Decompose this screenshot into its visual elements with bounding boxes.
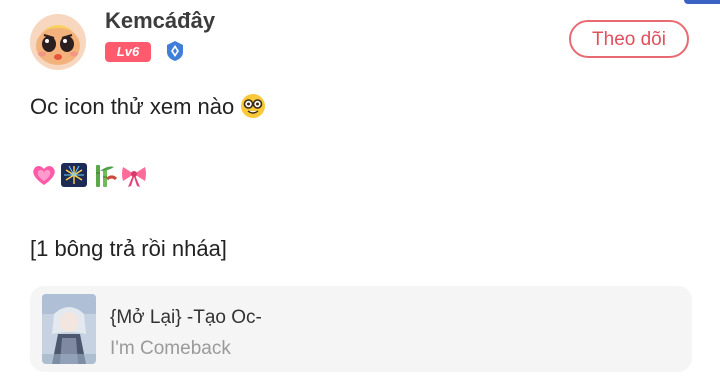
follow-button[interactable]: Theo dõi — [569, 20, 689, 58]
linked-post-thumbnail — [42, 294, 96, 364]
avatar-image — [30, 14, 86, 70]
post-line-1-text: Oc icon thử xem nào — [30, 94, 235, 119]
heart-emoji-icon — [33, 166, 55, 185]
emoji-row — [30, 161, 148, 193]
top-right-accent — [684, 0, 720, 4]
author-name[interactable]: Kemcáđây — [105, 8, 215, 34]
fireworks-emoji-icon — [61, 163, 87, 187]
post-line-3: [1 bông trả rồi nháa] — [30, 236, 227, 261]
linked-post-title: {Mở Lại} -Tạo Oc- — [110, 307, 262, 328]
level-badge: Lv6 — [105, 42, 151, 62]
linked-post-subtitle: I'm Comeback — [110, 338, 231, 359]
linked-post-card[interactable]: {Mở Lại} -Tạo Oc- I'm Comeback — [30, 286, 692, 372]
verified-icon — [167, 41, 183, 61]
ribbon-emoji-icon — [122, 167, 146, 187]
bamboo-emoji-icon — [96, 165, 118, 187]
nerd-face-emoji-icon — [241, 94, 266, 118]
post-header: Kemcáđây Lv6 Theo dõi — [30, 8, 700, 72]
post-line-1: Oc icon thử xem nào — [30, 93, 266, 120]
avatar[interactable] — [30, 14, 86, 70]
